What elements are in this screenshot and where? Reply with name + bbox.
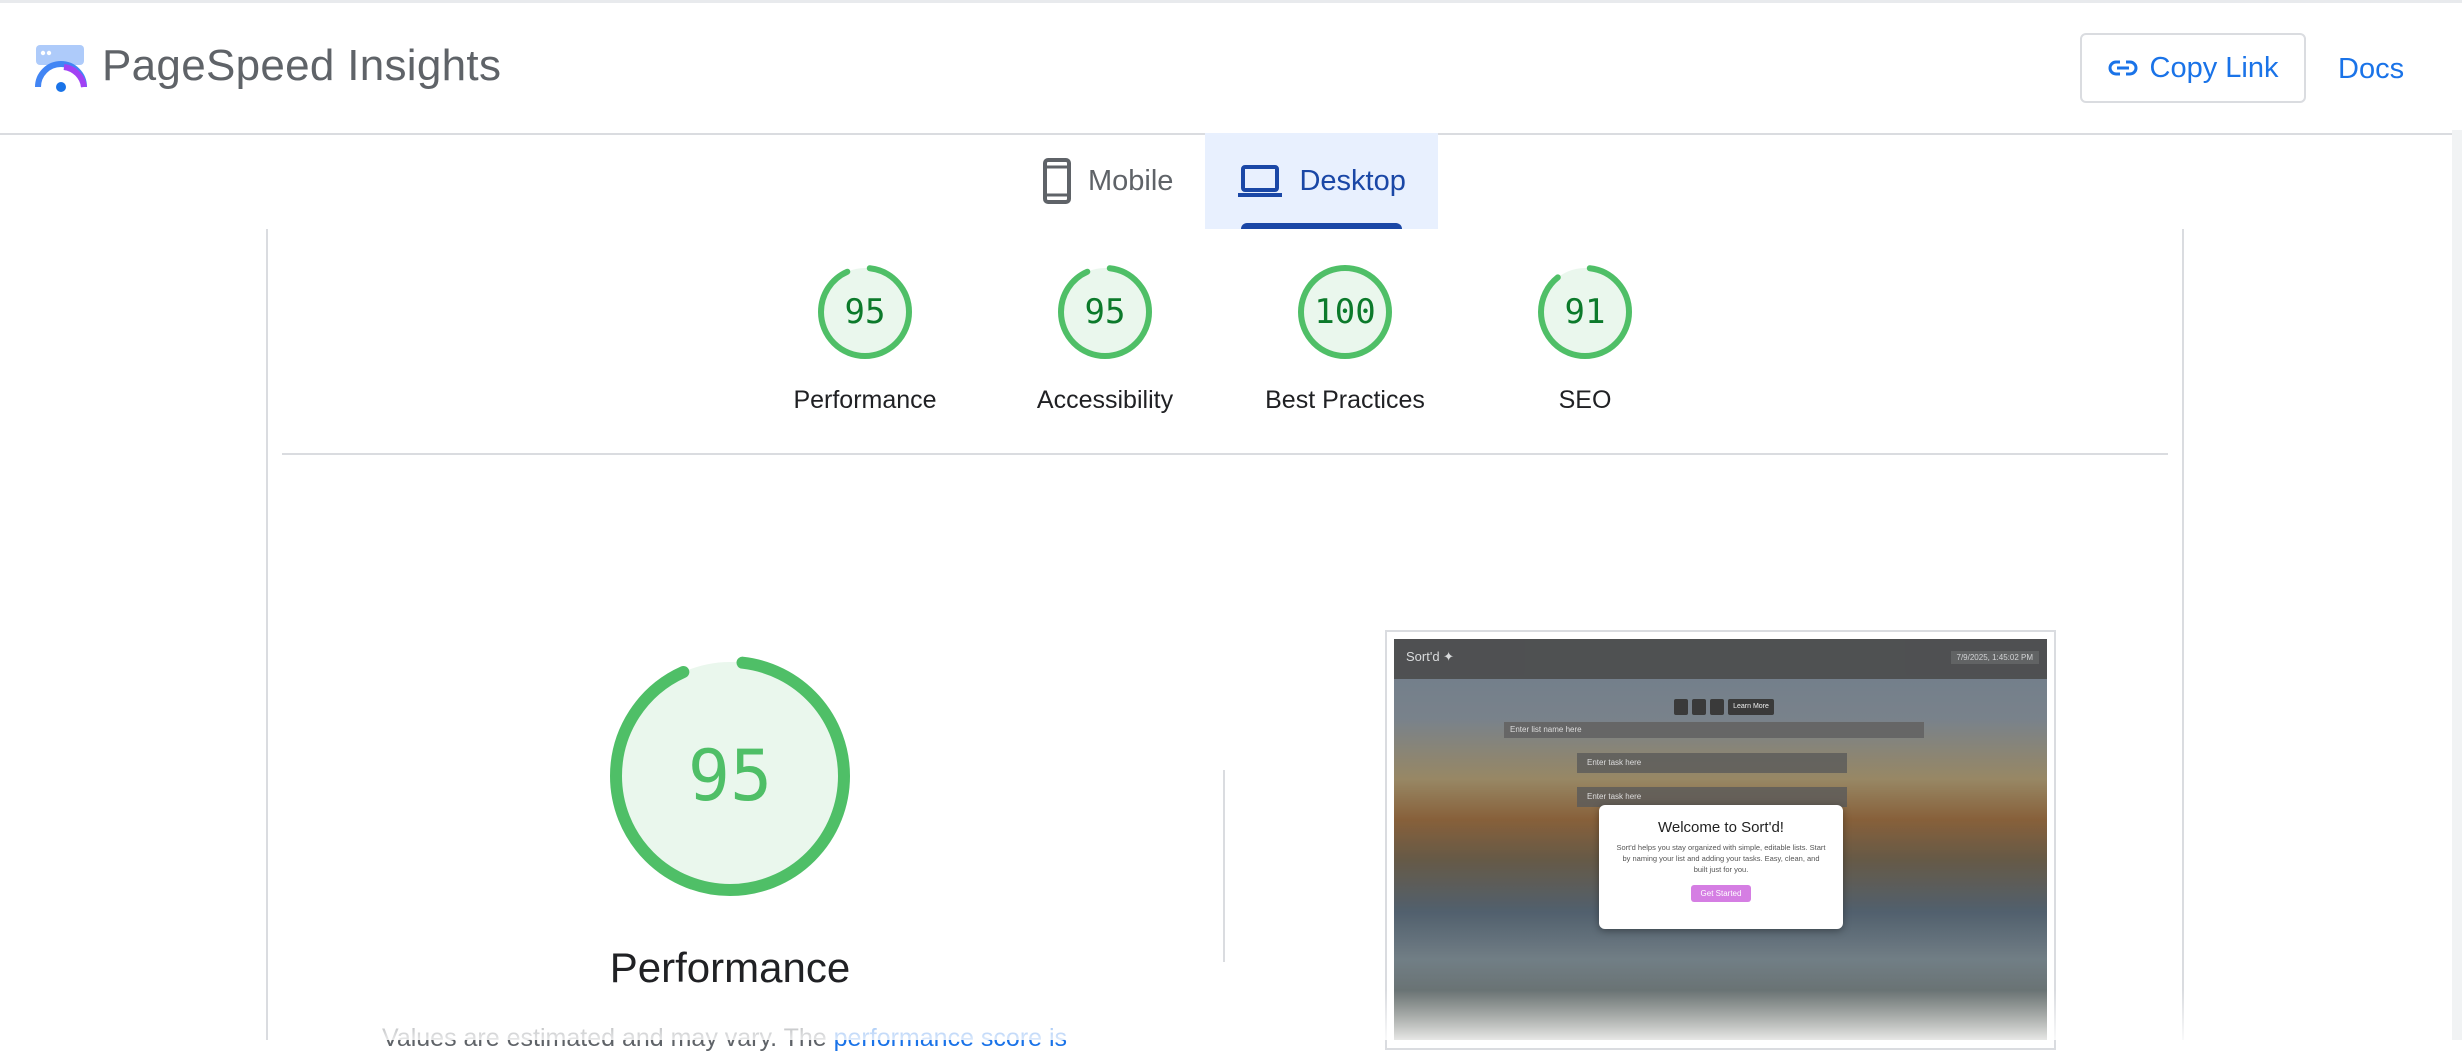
pagespeed-logo-icon[interactable]: [34, 43, 88, 95]
score-gauge-accessibility[interactable]: 95 Accessibility: [1005, 262, 1205, 415]
score-label: SEO: [1558, 386, 1612, 414]
screenshot-brand: Sort'd ✦: [1406, 649, 1455, 664]
score-label: Performance: [793, 386, 937, 414]
screenshot-app-bar: Sort'd ✦ 7/9/2025, 1:45:02 PM: [1394, 639, 2047, 679]
toolbar-btn: [1692, 699, 1706, 715]
phone-icon: [1043, 158, 1071, 204]
score-value: 91: [1564, 292, 1606, 332]
score-value: 95: [844, 292, 886, 332]
score-gauge-performance[interactable]: 95 Performance: [765, 262, 965, 415]
docs-link[interactable]: Docs: [2338, 53, 2404, 86]
gauge-ring: 95: [815, 262, 915, 362]
final-screenshot[interactable]: Sort'd ✦ 7/9/2025, 1:45:02 PM Learn More…: [1394, 639, 2047, 1040]
scrollbar-track[interactable]: [2452, 130, 2462, 1040]
tab-desktop-label: Desktop: [1299, 164, 1406, 197]
tab-mobile[interactable]: Mobile: [1010, 133, 1205, 229]
bottom-scroll-fade: [300, 990, 2450, 1040]
modal-title: Welcome to Sort'd!: [1658, 819, 1784, 836]
toolbar-btn: [1674, 699, 1688, 715]
modal-body: Sort'd helps you stay organized with sim…: [1616, 843, 1826, 874]
score-label: Best Practices: [1265, 386, 1425, 414]
app-header: PageSpeed Insights Copy Link Docs: [0, 3, 2462, 135]
gauge-ring: 95: [1055, 262, 1155, 362]
link-icon: [2108, 60, 2137, 76]
score-gauge-seo[interactable]: 91 SEO: [1485, 262, 1685, 415]
laptop-icon: [1238, 165, 1283, 197]
modal-get-started-button: Get Started: [1690, 885, 1752, 902]
performance-main-gauge: 95: [608, 654, 852, 898]
report-card-border-right: [2182, 229, 2184, 1040]
performance-main-label: Performance: [609, 944, 851, 991]
gauge-ring: 100: [1295, 262, 1395, 362]
toolbar-learn-more: Learn More: [1728, 699, 1774, 715]
tab-mobile-label: Mobile: [1088, 164, 1174, 197]
gauge-ring: 91: [1535, 262, 1635, 362]
tab-desktop[interactable]: Desktop: [1205, 133, 1438, 229]
copy-link-button[interactable]: Copy Link: [2080, 33, 2306, 103]
screenshot-welcome-modal: Welcome to Sort'd! Sort'd helps you stay…: [1599, 805, 1843, 929]
toolbar-btn: [1710, 699, 1724, 715]
score-value: 100: [1314, 292, 1376, 332]
screenshot-task-row: Enter task here: [1577, 787, 1847, 807]
app-title[interactable]: PageSpeed Insights: [102, 41, 501, 91]
device-tabs: Mobile Desktop: [1010, 133, 1438, 229]
section-divider: [282, 453, 2168, 455]
screenshot-list-name-field: Enter list name here: [1504, 722, 1924, 738]
performance-main-score: 95: [687, 735, 773, 817]
score-gauge-best-practices[interactable]: 100 Best Practices: [1245, 262, 1445, 415]
vertical-divider: [1223, 770, 1225, 962]
screenshot-task-row: Enter task here: [1577, 753, 1847, 773]
copy-link-label: Copy Link: [2149, 51, 2279, 84]
screenshot-date: 7/9/2025, 1:45:02 PM: [1950, 651, 2039, 664]
report-card-border-left: [266, 229, 268, 1040]
screenshot-toolbar: Learn More: [1674, 699, 1774, 715]
score-label: Accessibility: [1036, 386, 1174, 414]
score-value: 95: [1084, 292, 1126, 332]
